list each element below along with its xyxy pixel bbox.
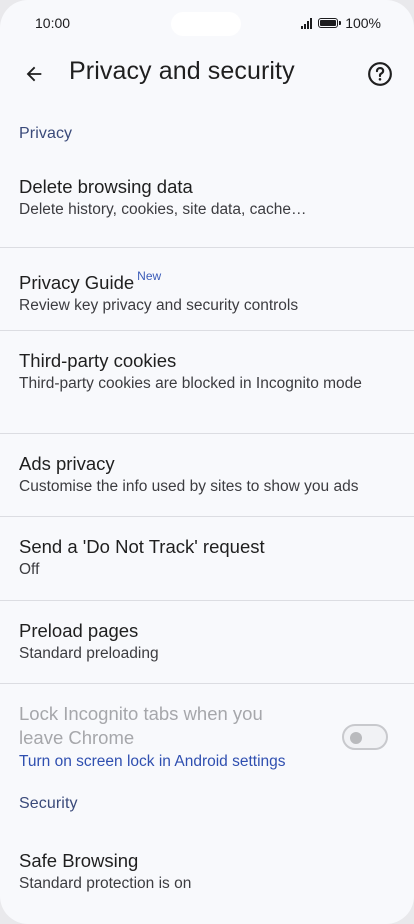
ads-privacy-item[interactable]: Ads privacy Customise the info used by s… [0, 434, 414, 517]
lock-incognito-tabs-item[interactable]: Lock Incognito tabs when you leave Chrom… [0, 684, 414, 788]
safe-browsing-item[interactable]: Safe Browsing Standard protection is on [0, 836, 414, 916]
preload-pages-item[interactable]: Preload pages Standard preloading [0, 601, 414, 684]
screen-lock-settings-link[interactable]: Turn on screen lock in Android settings [19, 752, 395, 772]
item-subtitle: Review key privacy and security controls [19, 297, 299, 315]
third-party-cookies-item[interactable]: Third-party cookies Third-party cookies … [0, 331, 414, 434]
privacy-guide-title: Privacy Guide [19, 272, 135, 294]
new-badge: New [137, 269, 162, 283]
privacy-guide-item[interactable]: Privacy Guide New Review key privacy and … [0, 248, 414, 331]
item-subtitle: Off [19, 561, 40, 578]
do-not-track-item[interactable]: Send a 'Do Not Track' request Off [0, 517, 414, 601]
item-title: Ads privacy [19, 453, 115, 474]
signal-icon [301, 17, 313, 29]
camera-notch [171, 12, 241, 36]
status-bar: 10:00 100% [0, 0, 414, 46]
item-title: Send a 'Do Not Track' request [19, 536, 265, 557]
delete-browsing-data-item[interactable]: Delete browsing data Delete history, coo… [0, 166, 414, 248]
phone-screen: 10:00 100% Privacy and security Privacy … [0, 0, 414, 924]
battery-percentage: 100% [345, 15, 381, 31]
back-button[interactable] [18, 58, 50, 90]
item-title: Preload pages [19, 620, 139, 641]
help-circle-icon [368, 62, 392, 86]
app-bar: Privacy and security [0, 46, 414, 102]
item-title: Third-party cookies [19, 350, 177, 371]
item-subtitle: Delete history, cookies, site data, cach… [19, 201, 307, 218]
item-subtitle: Standard protection is on [19, 875, 192, 892]
item-title: Privacy Guide New [19, 266, 395, 295]
status-time: 10:00 [35, 15, 71, 31]
section-header-privacy: Privacy [19, 125, 73, 142]
settings-list: Privacy Delete browsing data Delete hist… [0, 102, 414, 916]
item-subtitle: Standard preloading [19, 645, 159, 662]
item-subtitle: Customise the info used by sites to show… [19, 478, 359, 495]
lock-incognito-toggle[interactable] [342, 724, 388, 750]
item-title: Lock Incognito tabs when you leave Chrom… [19, 703, 263, 748]
help-button[interactable] [364, 58, 396, 90]
item-title: Safe Browsing [19, 850, 139, 871]
battery-icon [318, 18, 342, 28]
item-subtitle: Third-party cookies are blocked in Incog… [19, 375, 362, 392]
arrow-back-icon [26, 66, 42, 82]
toggle-knob [350, 732, 362, 744]
status-indicators: 100% [301, 15, 381, 31]
item-title: Delete browsing data [19, 176, 193, 197]
page-title: Privacy and security [69, 57, 295, 85]
